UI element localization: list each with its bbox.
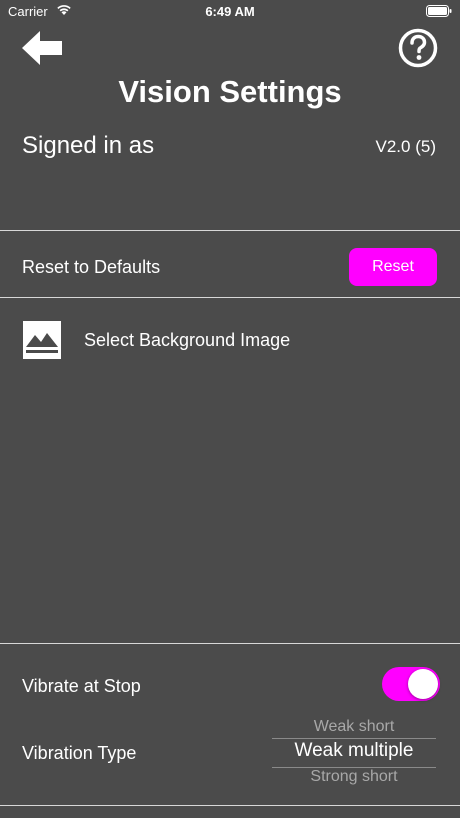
picker-selected-option[interactable]: Weak multiple xyxy=(272,740,436,762)
divider xyxy=(0,297,460,298)
picker-option[interactable]: Strong short xyxy=(272,768,436,786)
battery-icon xyxy=(426,5,452,17)
arrow-left-icon xyxy=(22,31,62,65)
help-button[interactable] xyxy=(398,28,438,68)
divider xyxy=(0,230,460,231)
vibration-type-picker[interactable]: Weak short Weak multiple Strong short xyxy=(272,716,436,786)
divider xyxy=(0,643,460,644)
page-title: Vision Settings xyxy=(118,74,342,109)
reset-label: Reset to Defaults xyxy=(22,257,161,277)
vibration-type-label: Vibration Type xyxy=(22,743,137,763)
signed-in-label: Signed in as xyxy=(22,132,155,159)
reset-button[interactable]: Reset xyxy=(349,248,437,286)
image-icon xyxy=(22,320,62,360)
select-background-image-row[interactable]: Select Background Image xyxy=(22,318,442,362)
status-time: 6:49 AM xyxy=(205,4,255,19)
picker-option[interactable]: Weak short xyxy=(272,718,436,736)
back-button[interactable] xyxy=(20,30,64,66)
status-bar: Carrier 6:49 AM xyxy=(0,0,460,24)
toggle-knob xyxy=(408,669,438,699)
picker-divider xyxy=(272,738,436,739)
vibrate-at-stop-label: Vibrate at Stop xyxy=(22,676,141,696)
vibrate-at-stop-toggle[interactable] xyxy=(382,667,440,701)
version-label: V2.0 (5) xyxy=(375,137,436,156)
question-circle-icon xyxy=(398,28,438,68)
divider xyxy=(0,805,460,806)
select-background-image-label: Select Background Image xyxy=(84,330,291,350)
